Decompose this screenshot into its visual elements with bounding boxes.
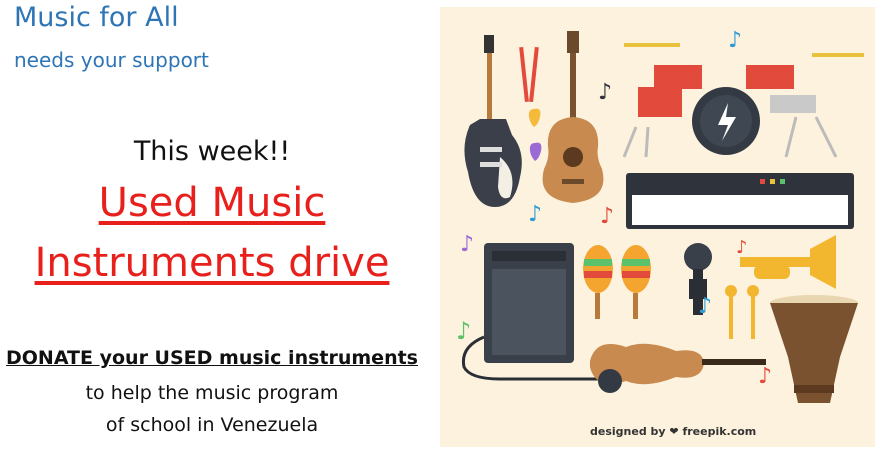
svg-text:♪: ♪ (528, 202, 542, 227)
tagline: needs your support (14, 48, 209, 72)
acoustic-guitar-icon (542, 31, 604, 203)
drive-title-line1: Used Music (98, 180, 326, 226)
week-heading: This week!! (133, 136, 291, 167)
org-name: Music for All (14, 2, 179, 33)
drumsticks-icon (519, 46, 539, 103)
drum-kit-icon (622, 43, 864, 158)
violin-icon (590, 343, 766, 393)
instruments-illustration: ♪ ♪ ♪ ♪ ♪ ♪ ♪ ♪ ♪ (440, 7, 875, 447)
maracas-icon (583, 245, 651, 319)
donate-heading: DONATE your USED music instruments (6, 347, 418, 369)
electric-guitar-icon (464, 35, 522, 207)
mallets-icon (725, 285, 759, 339)
svg-text:♪: ♪ (698, 294, 712, 319)
svg-text:♪: ♪ (456, 317, 471, 345)
keyboard-icon (626, 173, 854, 229)
guitar-pick-icon (528, 108, 542, 161)
help-text-line1: to help the music program (85, 382, 339, 404)
svg-text:♪: ♪ (460, 232, 474, 257)
amplifier-icon (461, 243, 600, 381)
image-credit: designed by ❤ freepik.com (590, 425, 757, 438)
help-text-line2: of school in Venezuela (105, 414, 319, 436)
drive-title-line2: Instruments drive (34, 240, 390, 286)
trumpet-icon (740, 235, 836, 289)
svg-text:♪: ♪ (758, 364, 772, 389)
svg-text:♪: ♪ (598, 80, 612, 105)
svg-text:♪: ♪ (728, 28, 742, 53)
djembe-drum-icon (770, 295, 858, 403)
svg-text:♪: ♪ (600, 204, 614, 229)
svg-text:♪: ♪ (736, 237, 748, 258)
